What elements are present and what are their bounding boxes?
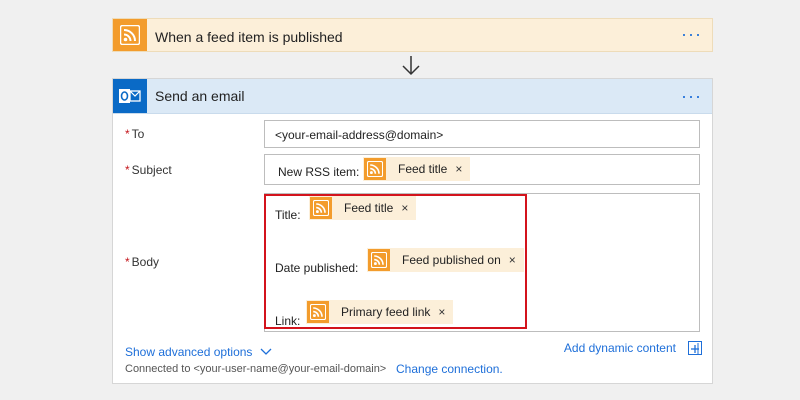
to-label: * To — [125, 127, 145, 141]
subject-feed-title-token[interactable]: Feed title × — [363, 157, 471, 181]
body-link-label: Link: — [275, 314, 301, 328]
body-label: * Body — [125, 255, 160, 269]
remove-token-button[interactable]: × — [455, 162, 462, 176]
rss-icon — [113, 19, 147, 51]
to-value: <your-email-address@domain> — [275, 128, 444, 142]
send-email-header[interactable]: Send an email ··· — [113, 79, 712, 114]
trigger-title: When a feed item is published — [155, 29, 343, 45]
rss-icon — [368, 249, 390, 271]
rss-icon — [310, 197, 332, 219]
add-dynamic-content-link[interactable]: Add dynamic content — [564, 341, 676, 355]
send-email-card: Send an email ··· * To <your-email-addres… — [112, 78, 713, 384]
remove-token-button[interactable]: × — [401, 201, 408, 215]
action-more-menu-button[interactable]: ··· — [681, 87, 702, 105]
trigger-card[interactable]: When a feed item is published ··· — [112, 18, 713, 52]
action-title: Send an email — [155, 88, 245, 104]
show-advanced-options-link[interactable]: Show advanced options — [125, 345, 272, 359]
rss-icon — [364, 158, 386, 180]
subject-label: * Subject — [125, 163, 172, 177]
remove-token-button[interactable]: × — [438, 305, 445, 319]
rss-icon — [307, 301, 329, 323]
remove-token-button[interactable]: × — [509, 253, 516, 267]
body-feed-published-on-token[interactable]: Feed published on × — [367, 248, 524, 272]
trigger-more-menu-button[interactable]: ··· — [681, 25, 702, 43]
body-field[interactable]: Title: Feed title × Date published: Feed… — [264, 193, 700, 332]
add-dynamic-content-icon[interactable] — [688, 341, 702, 355]
change-connection-link[interactable]: Change connection. — [396, 362, 503, 376]
chevron-down-icon — [260, 348, 272, 355]
connection-info: Connected to <your-user-name@your-email-… — [125, 363, 387, 375]
body-title-label: Title: — [275, 208, 301, 222]
to-field[interactable]: <your-email-address@domain> — [264, 120, 700, 148]
body-primary-feed-link-token[interactable]: Primary feed link × — [306, 300, 454, 324]
subject-field[interactable]: New RSS item: Feed title × — [264, 154, 700, 185]
body-feed-title-token[interactable]: Feed title × — [309, 196, 417, 220]
arrow-down-icon — [402, 56, 420, 76]
subject-prefix: New RSS item: — [278, 165, 360, 179]
outlook-icon — [113, 79, 147, 113]
body-date-published-label: Date published: — [275, 261, 359, 275]
